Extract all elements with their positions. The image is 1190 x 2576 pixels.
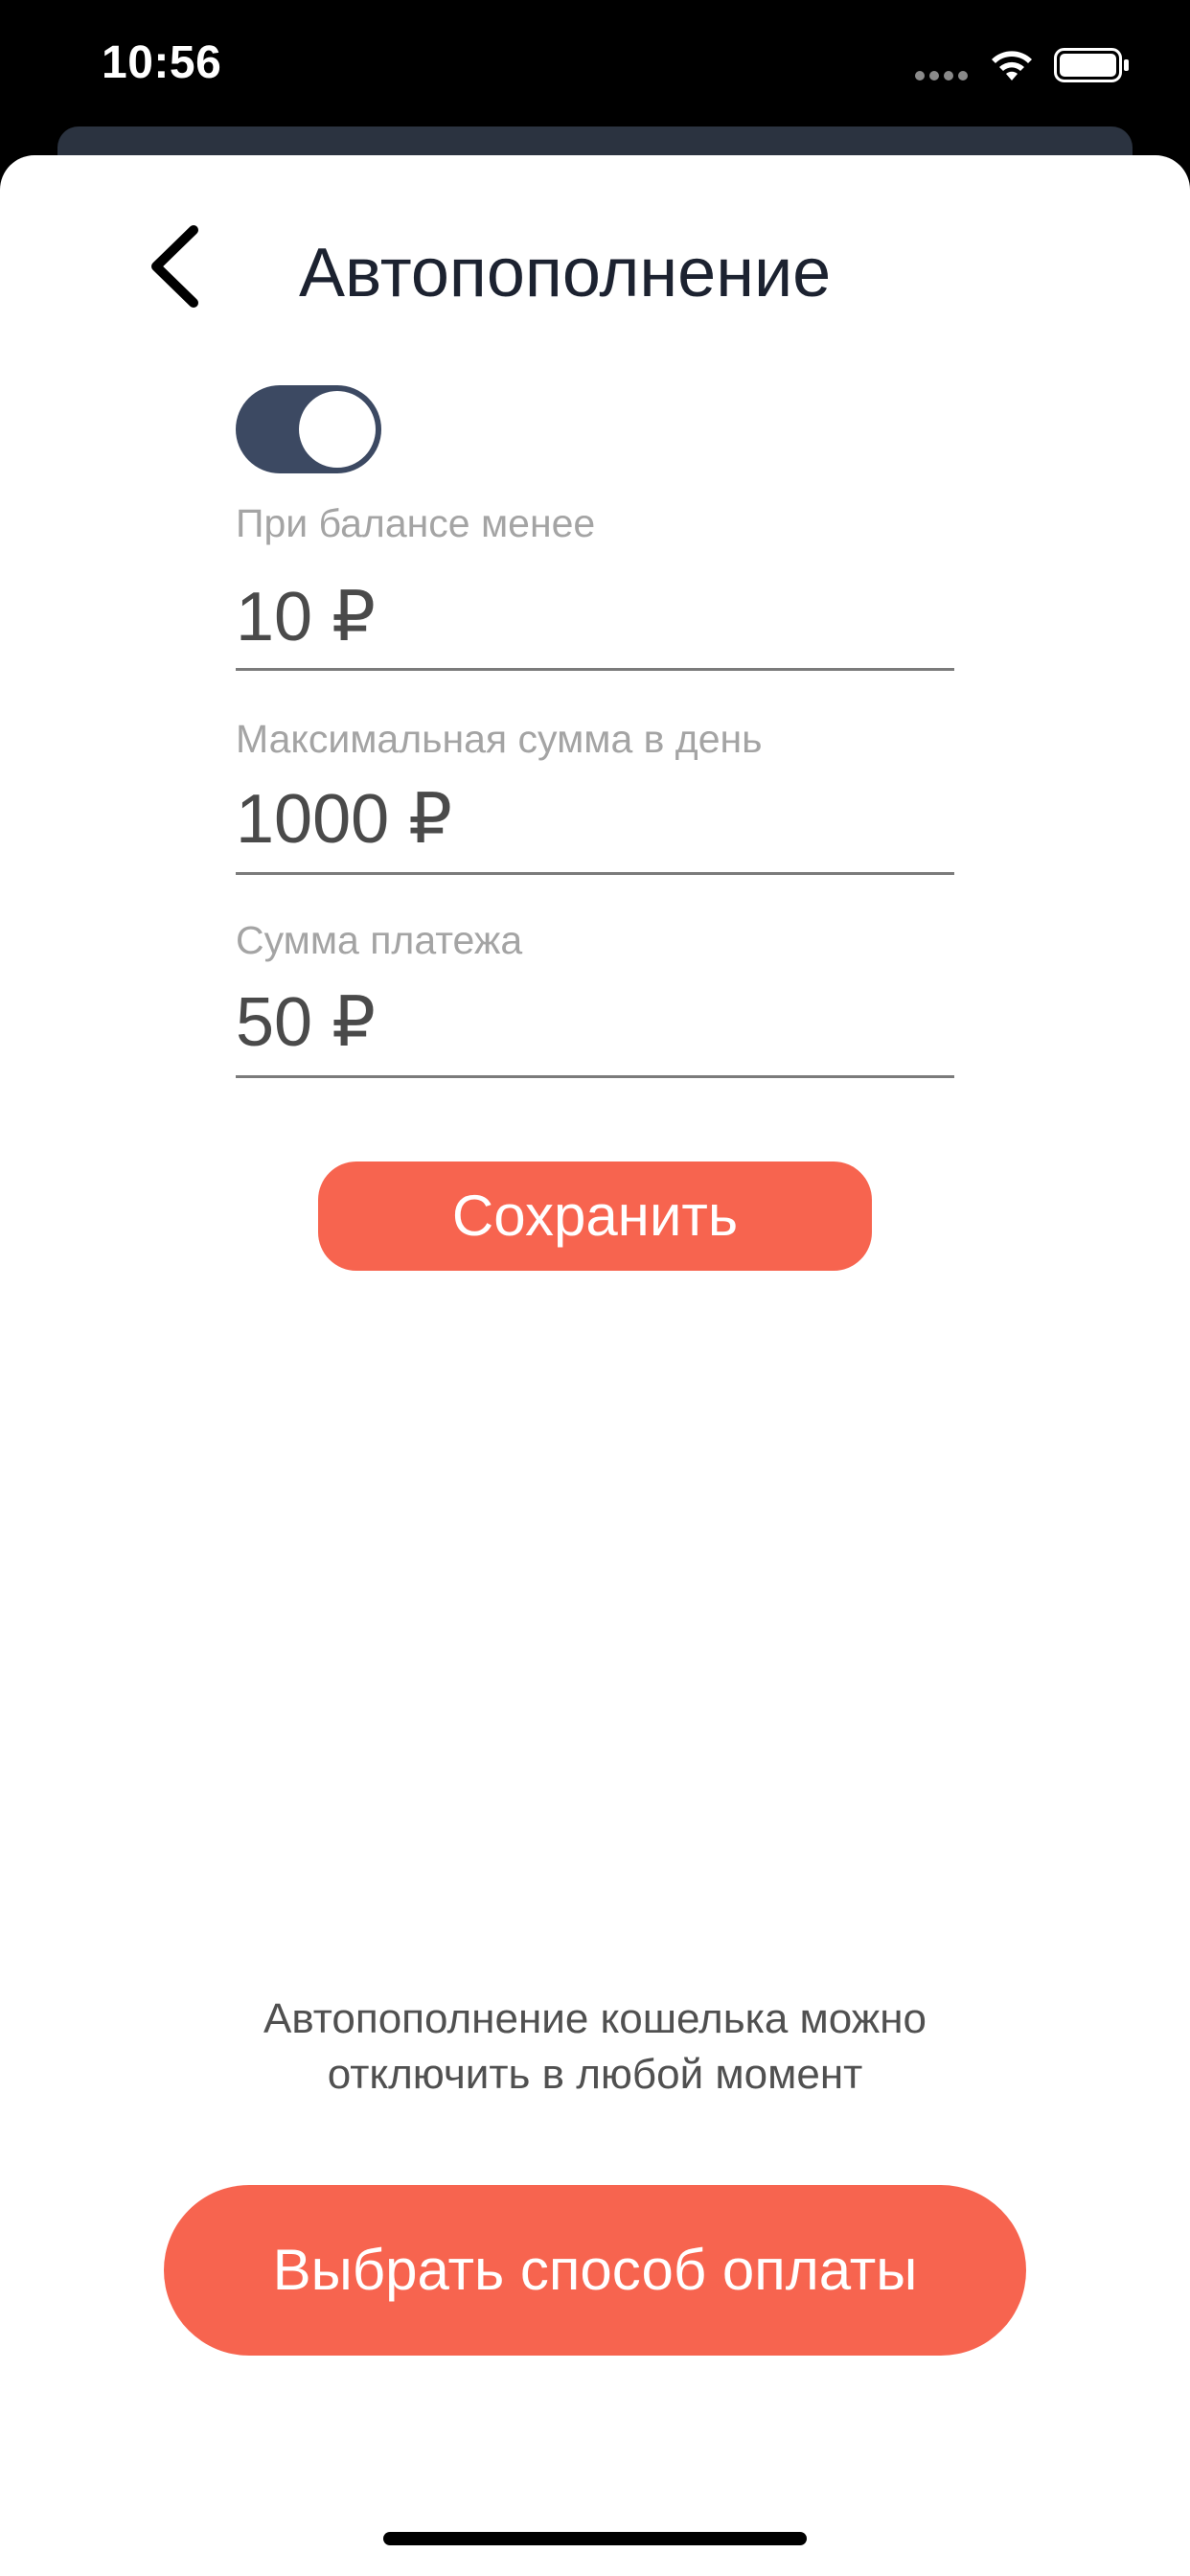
payment-amount-field[interactable]: Сумма платежа 50 ₽ — [236, 918, 954, 1081]
auto-topup-toggle[interactable] — [236, 385, 381, 473]
wifi-icon — [992, 51, 1032, 80]
daily-max-field[interactable]: Максимальная сумма в день 1000 ₽ — [236, 717, 954, 880]
save-button[interactable]: Сохранить — [318, 1162, 872, 1271]
field-underline — [236, 668, 954, 671]
min-balance-field[interactable]: При балансе менее 10 ₽ — [236, 501, 954, 674]
daily-max-label: Максимальная сумма в день — [236, 717, 763, 761]
min-balance-label: При балансе менее — [236, 501, 596, 545]
signal-icon — [915, 71, 969, 80]
payment-amount-label: Сумма платежа — [236, 918, 523, 962]
battery-icon — [1054, 48, 1129, 82]
note-line-1: Автопополнение кошелька можно — [263, 1995, 927, 2042]
status-bar: 10:56 — [0, 0, 1190, 125]
toggle-knob — [299, 391, 376, 468]
page-title: Автопополнение — [299, 235, 832, 311]
disable-note: Автопополнение кошелька можно отключить … — [116, 1991, 1074, 2103]
field-underline — [236, 1075, 954, 1078]
daily-max-value[interactable]: 1000 ₽ — [236, 778, 452, 859]
payment-amount-value[interactable]: 50 ₽ — [236, 981, 376, 1062]
choose-payment-method-button[interactable]: Выбрать способ оплаты — [164, 2185, 1026, 2356]
field-underline — [236, 872, 954, 875]
note-line-2: отключить в любой момент — [327, 2051, 863, 2098]
chevron-left-icon[interactable] — [139, 218, 206, 314]
home-indicator[interactable] — [383, 2532, 807, 2545]
min-balance-value[interactable]: 10 ₽ — [236, 576, 376, 656]
status-time: 10:56 — [102, 37, 222, 88]
screen: 10:56 Автопополнение При балансе менее 1… — [0, 0, 1190, 2576]
